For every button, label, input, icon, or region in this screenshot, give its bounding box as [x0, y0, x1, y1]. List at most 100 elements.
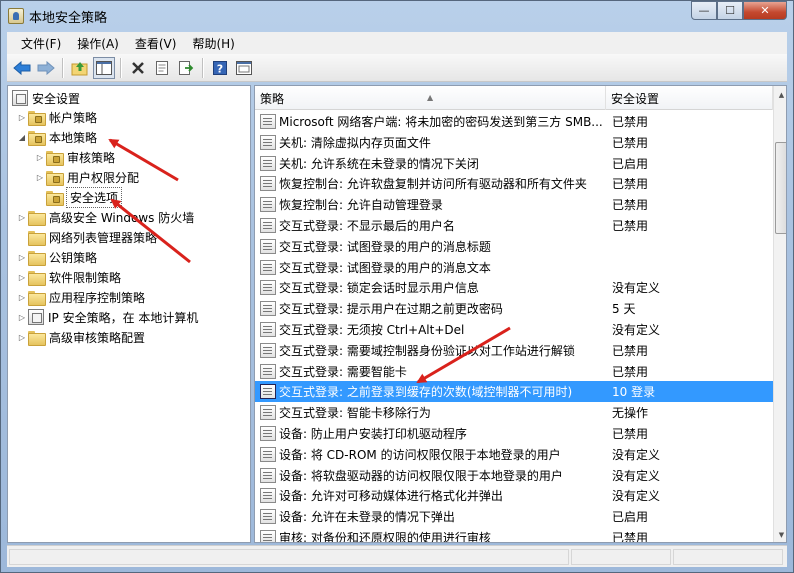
- policy-item-icon: [260, 301, 276, 317]
- table-row[interactable]: 交互式登录: 之前登录到缓存的次数(域控制器不可用时) 10 登录: [255, 381, 773, 403]
- export-list-icon[interactable]: [175, 57, 197, 79]
- table-row[interactable]: 交互式登录: 提示用户在过期之前更改密码 5 天: [255, 298, 773, 319]
- expand-icon[interactable]: ▷: [16, 273, 28, 282]
- menu-help[interactable]: 帮助(H): [184, 35, 242, 52]
- tree-item-audit-policy[interactable]: ▷ 审核策略: [34, 147, 115, 167]
- column-header-policy[interactable]: ▲ 策略: [255, 86, 606, 110]
- policy-item-icon: [260, 530, 276, 542]
- table-row[interactable]: 交互式登录: 不显示最后的用户名 已禁用: [255, 215, 773, 236]
- tree-item-software-restriction[interactable]: ▷ 软件限制策略: [16, 267, 121, 287]
- table-row[interactable]: 交互式登录: 锁定会话时显示用户信息 没有定义: [255, 277, 773, 298]
- scroll-down-icon[interactable]: ▼: [775, 527, 786, 542]
- table-row[interactable]: 设备: 防止用户安装打印机驱动程序 已禁用: [255, 423, 773, 444]
- tree-item-security-options[interactable]: 安全选项: [34, 186, 123, 208]
- folder-icon: [28, 270, 46, 286]
- security-setting-value: 已启用: [612, 510, 649, 525]
- properties-icon[interactable]: [151, 57, 173, 79]
- collapse-icon[interactable]: ◢: [16, 133, 28, 142]
- folder-icon: [28, 250, 46, 266]
- status-segment: [9, 549, 569, 565]
- delete-icon[interactable]: [127, 57, 149, 79]
- tree-item-label: 公钥策略: [49, 250, 98, 265]
- expand-icon[interactable]: ▷: [16, 213, 28, 222]
- table-row[interactable]: 交互式登录: 无须按 Ctrl+Alt+Del 没有定义: [255, 319, 773, 340]
- tree-item-user-rights[interactable]: ▷ 用户权限分配: [34, 167, 139, 187]
- table-row[interactable]: 设备: 将 CD-ROM 的访问权限仅限于本地登录的用户 没有定义: [255, 444, 773, 465]
- menu-action[interactable]: 操作(A): [69, 35, 127, 52]
- up-folder-icon[interactable]: [69, 57, 91, 79]
- tree-item-account-policies[interactable]: ▷ 帐户策略: [16, 107, 97, 127]
- tree-item-advanced-audit[interactable]: ▷ 高级审核策略配置: [16, 327, 145, 347]
- table-row[interactable]: 交互式登录: 试图登录的用户的消息标题: [255, 236, 773, 257]
- title-bar[interactable]: 本地安全策略 — ☐ ✕: [1, 1, 793, 31]
- tree-item-firewall[interactable]: ▷ 高级安全 Windows 防火墙: [16, 207, 194, 227]
- policy-name: 交互式登录: 需要智能卡: [279, 364, 407, 379]
- table-row[interactable]: 关机: 允许系统在未登录的情况下关闭 已启用: [255, 153, 773, 174]
- expand-icon[interactable]: ▷: [16, 333, 28, 342]
- table-row[interactable]: 审核: 对备份和还原权限的使用进行审核 已禁用: [255, 527, 773, 542]
- tree-item-label: 高级安全 Windows 防火墙: [49, 210, 195, 225]
- tree-item-label: 安全选项: [65, 186, 123, 208]
- policy-name: 设备: 将 CD-ROM 的访问权限仅限于本地登录的用户: [279, 447, 561, 462]
- table-row[interactable]: 交互式登录: 需要智能卡 已禁用: [255, 361, 773, 382]
- table-row[interactable]: 交互式登录: 试图登录的用户的消息文本: [255, 257, 773, 278]
- expand-icon[interactable]: ▷: [34, 153, 46, 162]
- table-row[interactable]: Microsoft 网络客户端: 将未加密的密码发送到第三方 SMB... 已禁用: [255, 111, 773, 132]
- console-view-icon[interactable]: [233, 57, 255, 79]
- policy-name: 设备: 将软盘驱动器的访问权限仅限于本地登录的用户: [279, 468, 563, 483]
- back-arrow-icon[interactable]: [11, 57, 33, 79]
- menu-view[interactable]: 查看(V): [127, 35, 185, 52]
- svg-text:?: ?: [217, 62, 223, 75]
- table-row[interactable]: 设备: 允许对可移动媒体进行格式化并弹出 没有定义: [255, 485, 773, 506]
- folder-lock-icon: [46, 170, 64, 186]
- folder-icon: [28, 230, 46, 246]
- table-row[interactable]: 设备: 将软盘驱动器的访问权限仅限于本地登录的用户 没有定义: [255, 465, 773, 486]
- tree-item-app-control[interactable]: ▷ 应用程序控制策略: [16, 287, 145, 307]
- help-icon[interactable]: ?: [209, 57, 231, 79]
- table-row[interactable]: 关机: 清除虚拟内存页面文件 已禁用: [255, 132, 773, 153]
- navigation-tree[interactable]: 安全设置 ▷ 帐户策略 ◢ 本地策略 ▷ 审核策略 ▷ 用户权限分配 安全选项: [7, 85, 251, 543]
- policy-name: 交互式登录: 智能卡移除行为: [279, 406, 431, 421]
- security-setting-value: 已禁用: [612, 364, 649, 379]
- security-policy-icon: [8, 8, 24, 24]
- vertical-scrollbar[interactable]: ▲ ▼: [773, 86, 786, 542]
- scroll-up-icon[interactable]: ▲: [775, 87, 786, 103]
- policy-name: 交互式登录: 不显示最后的用户名: [279, 219, 455, 233]
- menu-file[interactable]: 文件(F): [13, 35, 69, 52]
- tree-item-local-policies[interactable]: ◢ 本地策略: [16, 127, 97, 147]
- security-setting-value: 已禁用: [612, 343, 649, 358]
- tree-root-label: 安全设置: [32, 91, 81, 106]
- minimize-button[interactable]: —: [691, 1, 717, 20]
- forward-arrow-icon[interactable]: [35, 57, 57, 79]
- scroll-thumb[interactable]: [775, 142, 786, 234]
- tree-item-label: 高级审核策略配置: [49, 330, 146, 345]
- table-row[interactable]: 恢复控制台: 允许自动管理登录 已禁用: [255, 194, 773, 215]
- security-setting-value: 没有定义: [612, 281, 661, 296]
- expand-icon[interactable]: ▷: [16, 293, 28, 302]
- table-row[interactable]: 交互式登录: 智能卡移除行为 无操作: [255, 402, 773, 423]
- table-row[interactable]: 设备: 允许在未登录的情况下弹出 已启用: [255, 506, 773, 527]
- caption-buttons: — ☐ ✕: [691, 1, 787, 21]
- tree-item-network-list[interactable]: 网络列表管理器策略: [16, 227, 157, 247]
- expand-icon[interactable]: ▷: [16, 253, 28, 262]
- expand-icon[interactable]: ▷: [16, 313, 28, 322]
- expand-icon[interactable]: ▷: [16, 113, 28, 122]
- policy-name: 设备: 防止用户安装打印机驱动程序: [279, 427, 467, 441]
- policy-name: 设备: 允许在未登录的情况下弹出: [279, 510, 455, 525]
- show-tree-icon[interactable]: [93, 56, 115, 79]
- maximize-button[interactable]: ☐: [717, 1, 743, 20]
- tree-item-label: 审核策略: [67, 150, 116, 165]
- table-row[interactable]: 交互式登录: 需要域控制器身份验证以对工作站进行解锁 已禁用: [255, 340, 773, 361]
- tree-root[interactable]: 安全设置: [12, 88, 80, 108]
- security-setting-value: 没有定义: [612, 323, 661, 337]
- expand-icon[interactable]: ▷: [34, 173, 46, 182]
- tree-item-label: 帐户策略: [49, 110, 98, 125]
- close-button[interactable]: ✕: [743, 1, 787, 20]
- app-window: 本地安全策略 — ☐ ✕ 文件(F) 操作(A) 查看(V) 帮助(H) ? 安…: [0, 0, 794, 573]
- tree-item-ip-security[interactable]: ▷ IP 安全策略，在 本地计算机: [16, 307, 198, 327]
- policy-item-icon: [260, 176, 276, 192]
- tree-item-public-key[interactable]: ▷ 公钥策略: [16, 247, 97, 267]
- table-row[interactable]: 恢复控制台: 允许软盘复制并访问所有驱动器和所有文件夹 已禁用: [255, 173, 773, 194]
- column-header-setting[interactable]: 安全设置: [606, 86, 773, 110]
- policy-list[interactable]: ▲ 策略 安全设置 Microsoft 网络客户端: 将未加密的密码发送到第三方…: [254, 85, 787, 543]
